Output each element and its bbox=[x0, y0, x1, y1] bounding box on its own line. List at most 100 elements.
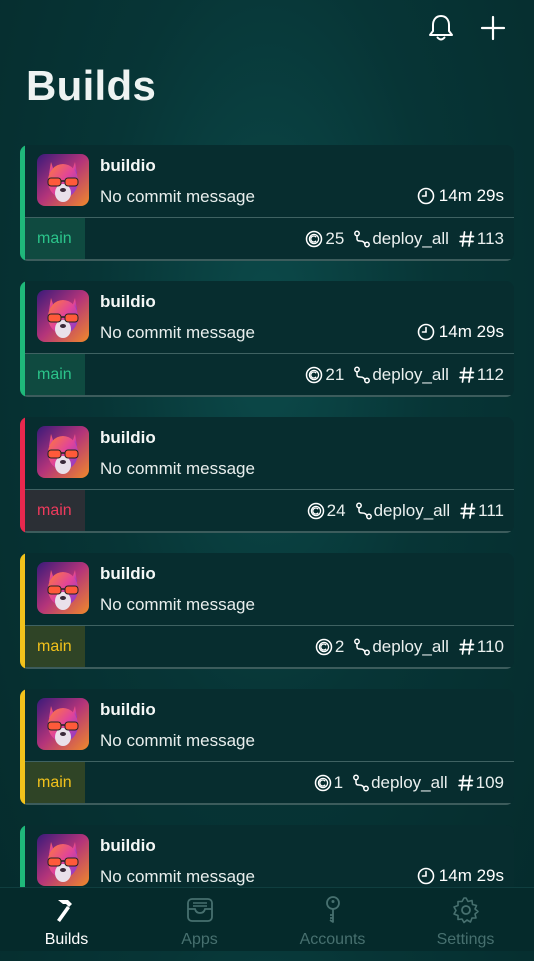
llama-avatar bbox=[37, 834, 89, 886]
build-repo-name: buildio bbox=[100, 292, 156, 311]
tab-accounts[interactable]: Accounts bbox=[266, 888, 399, 951]
credits-icon bbox=[315, 638, 333, 656]
build-duration-text: 14m 29s bbox=[438, 866, 504, 885]
branch-label: main bbox=[37, 773, 72, 791]
build-number: 110 bbox=[459, 637, 504, 657]
build-commit-message: No commit message bbox=[100, 595, 255, 614]
hash-icon bbox=[459, 639, 475, 655]
build-number: 111 bbox=[460, 501, 504, 521]
build-number: 113 bbox=[459, 229, 504, 249]
card-divider bbox=[25, 625, 514, 626]
build-workflow-text: deploy_all bbox=[371, 773, 448, 792]
build-workflow: deploy_all bbox=[353, 773, 448, 793]
build-workflow-text: deploy_all bbox=[373, 501, 451, 520]
tab-icon bbox=[318, 895, 348, 925]
build-meta: 2 deploy_all 110 bbox=[305, 637, 504, 657]
workflow-icon bbox=[353, 774, 370, 792]
build-credits-text: 21 bbox=[325, 365, 345, 384]
build-commit-message: No commit message bbox=[100, 187, 255, 206]
build-number-text: 111 bbox=[478, 501, 504, 520]
tab-label: Settings bbox=[436, 931, 495, 948]
tab-apps[interactable]: Apps bbox=[133, 888, 266, 951]
hash-icon bbox=[459, 367, 475, 383]
tab-builds[interactable]: Builds bbox=[0, 888, 133, 951]
build-meta: 21 deploy_all 112 bbox=[295, 365, 504, 385]
tray-icon bbox=[186, 898, 213, 922]
card-bottom-border bbox=[25, 531, 514, 533]
build-commit-message: No commit message bbox=[100, 459, 255, 478]
build-duration-text: 14m 29s bbox=[438, 322, 504, 341]
card-bottom-border bbox=[25, 395, 514, 397]
app-avatar bbox=[37, 562, 89, 614]
credits-icon bbox=[314, 774, 331, 792]
build-card[interactable]: buildio No commit message main 24 deploy… bbox=[20, 417, 514, 533]
branch-label: main bbox=[37, 637, 72, 655]
page-title: Builds bbox=[26, 62, 157, 109]
build-commit-message: No commit message bbox=[100, 867, 255, 886]
build-repo-name: buildio bbox=[100, 428, 156, 447]
card-divider bbox=[25, 217, 514, 218]
workflow-icon bbox=[355, 502, 372, 520]
build-repo-name: buildio bbox=[100, 700, 156, 719]
build-card[interactable]: buildio No commit message 14m 29s main 2… bbox=[20, 281, 514, 397]
clock-icon bbox=[417, 187, 435, 205]
credits-icon bbox=[306, 230, 323, 248]
branch-label: main bbox=[37, 365, 72, 383]
build-number-text: 109 bbox=[475, 773, 504, 792]
gear-icon bbox=[452, 897, 479, 924]
build-meta: 24 deploy_all 111 bbox=[297, 501, 504, 521]
workflow-icon bbox=[354, 230, 371, 248]
build-commit-message: No commit message bbox=[100, 323, 255, 342]
add-button[interactable] bbox=[473, 8, 513, 48]
build-duration: 14m 29s bbox=[417, 866, 504, 886]
build-duration: 14m 29s bbox=[417, 322, 504, 342]
build-credits: 1 bbox=[314, 773, 343, 793]
card-divider bbox=[25, 489, 514, 490]
llama-avatar bbox=[37, 154, 89, 206]
llama-avatar bbox=[37, 698, 89, 750]
workflow-icon bbox=[354, 366, 371, 384]
build-card[interactable]: buildio No commit message main 1 deploy_… bbox=[20, 689, 514, 805]
bell-icon bbox=[429, 15, 453, 41]
hash-icon bbox=[460, 503, 476, 519]
build-number: 109 bbox=[457, 773, 504, 793]
llama-avatar bbox=[37, 426, 89, 478]
build-workflow: deploy_all bbox=[354, 365, 449, 385]
build-workflow: deploy_all bbox=[354, 229, 449, 249]
top-bar bbox=[0, 0, 534, 60]
plus-icon bbox=[480, 15, 506, 41]
build-meta: 25 deploy_all 113 bbox=[295, 229, 504, 249]
build-card[interactable]: buildio No commit message main 2 deploy_… bbox=[20, 553, 514, 669]
card-bottom-border bbox=[25, 803, 514, 805]
build-duration-text: 14m 29s bbox=[438, 186, 504, 205]
branch-badge: main bbox=[25, 354, 85, 395]
llama-avatar bbox=[37, 562, 89, 614]
build-card[interactable]: buildio No commit message 14m 29s main 2… bbox=[20, 145, 514, 261]
branch-badge: main bbox=[25, 490, 85, 531]
tab-icon bbox=[185, 895, 215, 925]
build-repo-name: buildio bbox=[100, 564, 156, 583]
build-credits-text: 2 bbox=[334, 637, 345, 656]
app-avatar bbox=[37, 698, 89, 750]
build-credits: 21 bbox=[305, 365, 344, 385]
build-repo-name: buildio bbox=[100, 156, 156, 175]
build-credits: 24 bbox=[307, 501, 346, 521]
branch-badge: main bbox=[25, 626, 85, 667]
llama-avatar bbox=[37, 290, 89, 342]
builds-list[interactable]: buildio No commit message 14m 29s main 2… bbox=[20, 145, 514, 961]
build-meta: 1 deploy_all 109 bbox=[304, 773, 504, 793]
tab-settings[interactable]: Settings bbox=[399, 888, 532, 951]
build-credits-text: 1 bbox=[333, 773, 344, 792]
credits-icon bbox=[306, 366, 323, 384]
build-repo-name: buildio bbox=[100, 836, 156, 855]
branch-badge: main bbox=[25, 218, 85, 259]
app-avatar bbox=[37, 290, 89, 342]
app-avatar bbox=[37, 426, 89, 478]
tab-label: Apps bbox=[181, 931, 218, 948]
clock-icon bbox=[417, 867, 435, 885]
branch-label: main bbox=[37, 229, 72, 247]
build-credits-text: 24 bbox=[326, 501, 346, 520]
build-workflow-text: deploy_all bbox=[372, 229, 449, 248]
notifications-button[interactable] bbox=[421, 8, 461, 48]
clock-icon bbox=[417, 323, 435, 341]
